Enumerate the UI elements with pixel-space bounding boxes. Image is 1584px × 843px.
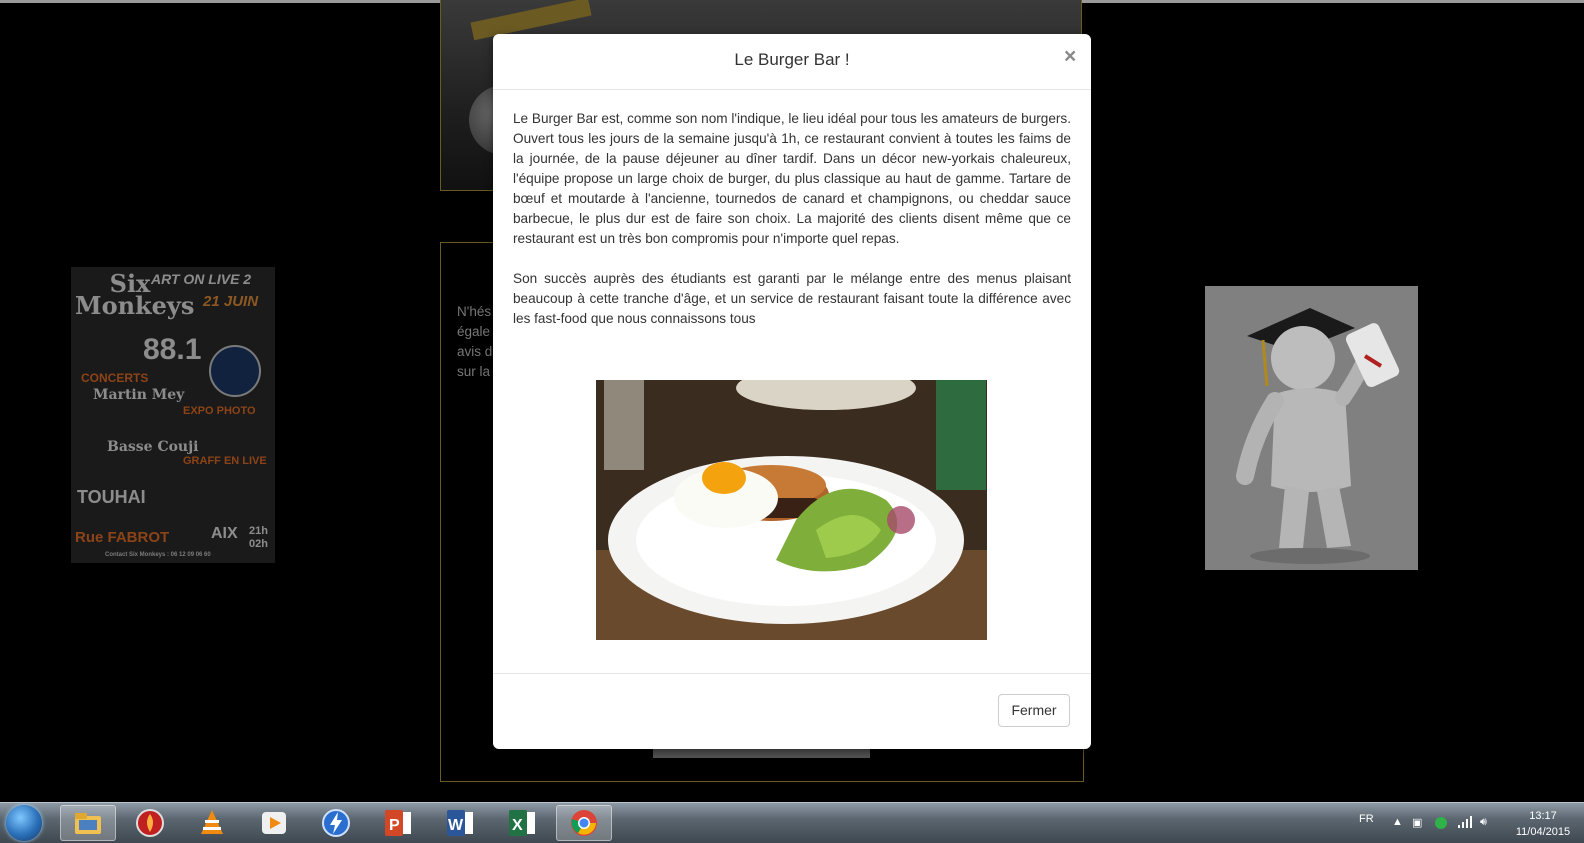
taskbar-app-powerpoint[interactable]: P: [370, 805, 426, 841]
taskbar-app-chrome[interactable]: [556, 805, 612, 841]
poster-street: Rue FABROT: [75, 529, 170, 546]
volume-icon[interactable]: 🔊︎: [1480, 816, 1487, 829]
excel-icon: X: [509, 810, 535, 836]
poster-city: AIX: [211, 525, 238, 542]
taskbar-app-excel[interactable]: X: [494, 805, 550, 841]
modal-footer: Fermer: [493, 673, 1091, 750]
taskbar: P W X FR ▲ ▣ 🔊︎ 13:17 11/04/2015: [0, 802, 1584, 843]
poster-artist: TOUHAI: [77, 487, 146, 507]
poster-expo-label: EXPO PHOTO: [183, 405, 256, 417]
media-player-icon: [262, 812, 286, 834]
modal-header: Le Burger Bar ! ×: [493, 34, 1091, 90]
start-button[interactable]: [6, 805, 42, 841]
word-icon: W: [447, 810, 473, 836]
modal-body: Le Burger Bar est, comme son nom l'indiq…: [513, 109, 1071, 349]
taskbar-app-word[interactable]: W: [432, 805, 488, 841]
lightning-app-icon: [322, 809, 350, 837]
network-signal-icon[interactable]: [1458, 816, 1472, 831]
taskbar-app-explorer[interactable]: [60, 805, 116, 841]
svg-text:W: W: [448, 817, 464, 834]
poster-contact: Contact Six Monkeys : 06 12 09 06 60: [105, 552, 211, 558]
taskbar-app-lightning[interactable]: [308, 805, 364, 841]
poster-title: ART ON LIVE 2: [151, 271, 252, 287]
svg-text:P: P: [389, 817, 400, 834]
clock-date: 11/04/2015: [1515, 826, 1571, 838]
modal-title: Le Burger Bar !: [734, 50, 850, 69]
close-button[interactable]: Fermer: [998, 694, 1070, 727]
taskbar-app-burn[interactable]: [122, 805, 178, 841]
taskbar-app-vlc[interactable]: [184, 805, 240, 841]
graduate-figure-icon: [1205, 286, 1418, 570]
poster-frequency: 88.1: [143, 333, 202, 366]
sync-icon[interactable]: [1434, 816, 1448, 833]
graduate-figure-image: [1205, 286, 1418, 570]
taskbar-app-media-player[interactable]: [246, 805, 302, 841]
svg-text:X: X: [512, 817, 523, 834]
poster-date: 21 JUIN: [203, 293, 259, 310]
system-clock[interactable]: 13:17 11/04/2015: [1510, 808, 1576, 840]
radio-logo: [209, 345, 261, 397]
poster-artist: Basse Couji: [107, 439, 199, 455]
poster-graff-label: GRAFF EN LIVE: [183, 455, 267, 467]
sync-status-icon: [1435, 817, 1447, 829]
powerpoint-icon: P: [385, 810, 411, 836]
vlc-icon: [201, 810, 223, 834]
language-indicator[interactable]: FR: [1359, 813, 1374, 825]
modal-dialog: Le Burger Bar ! × Le Burger Bar est, com…: [493, 34, 1091, 749]
clock-time: 13:17: [1529, 810, 1557, 822]
poster-times: 21h 02h: [249, 525, 268, 550]
file-explorer-icon: [75, 813, 101, 834]
close-icon[interactable]: ×: [1064, 46, 1076, 67]
modal-paragraph: Le Burger Bar est, comme son nom l'indiq…: [513, 111, 1071, 246]
chevron-up-icon[interactable]: ▲: [1392, 816, 1403, 828]
event-poster: Six Monkeys ART ON LIVE 2 21 JUIN 88.1 C…: [71, 267, 275, 563]
poster-concerts-label: CONCERTS: [81, 371, 149, 385]
modal-paragraph: Son succès auprès des étudiants est gara…: [513, 271, 1071, 326]
usb-icon[interactable]: ▣: [1412, 816, 1422, 829]
burn-app-icon: [136, 809, 164, 837]
burger-photo-illustration: [596, 380, 987, 640]
chrome-icon: [571, 810, 597, 836]
burger-photo: [596, 380, 987, 640]
poster-artist: Martin Mey: [93, 387, 185, 403]
